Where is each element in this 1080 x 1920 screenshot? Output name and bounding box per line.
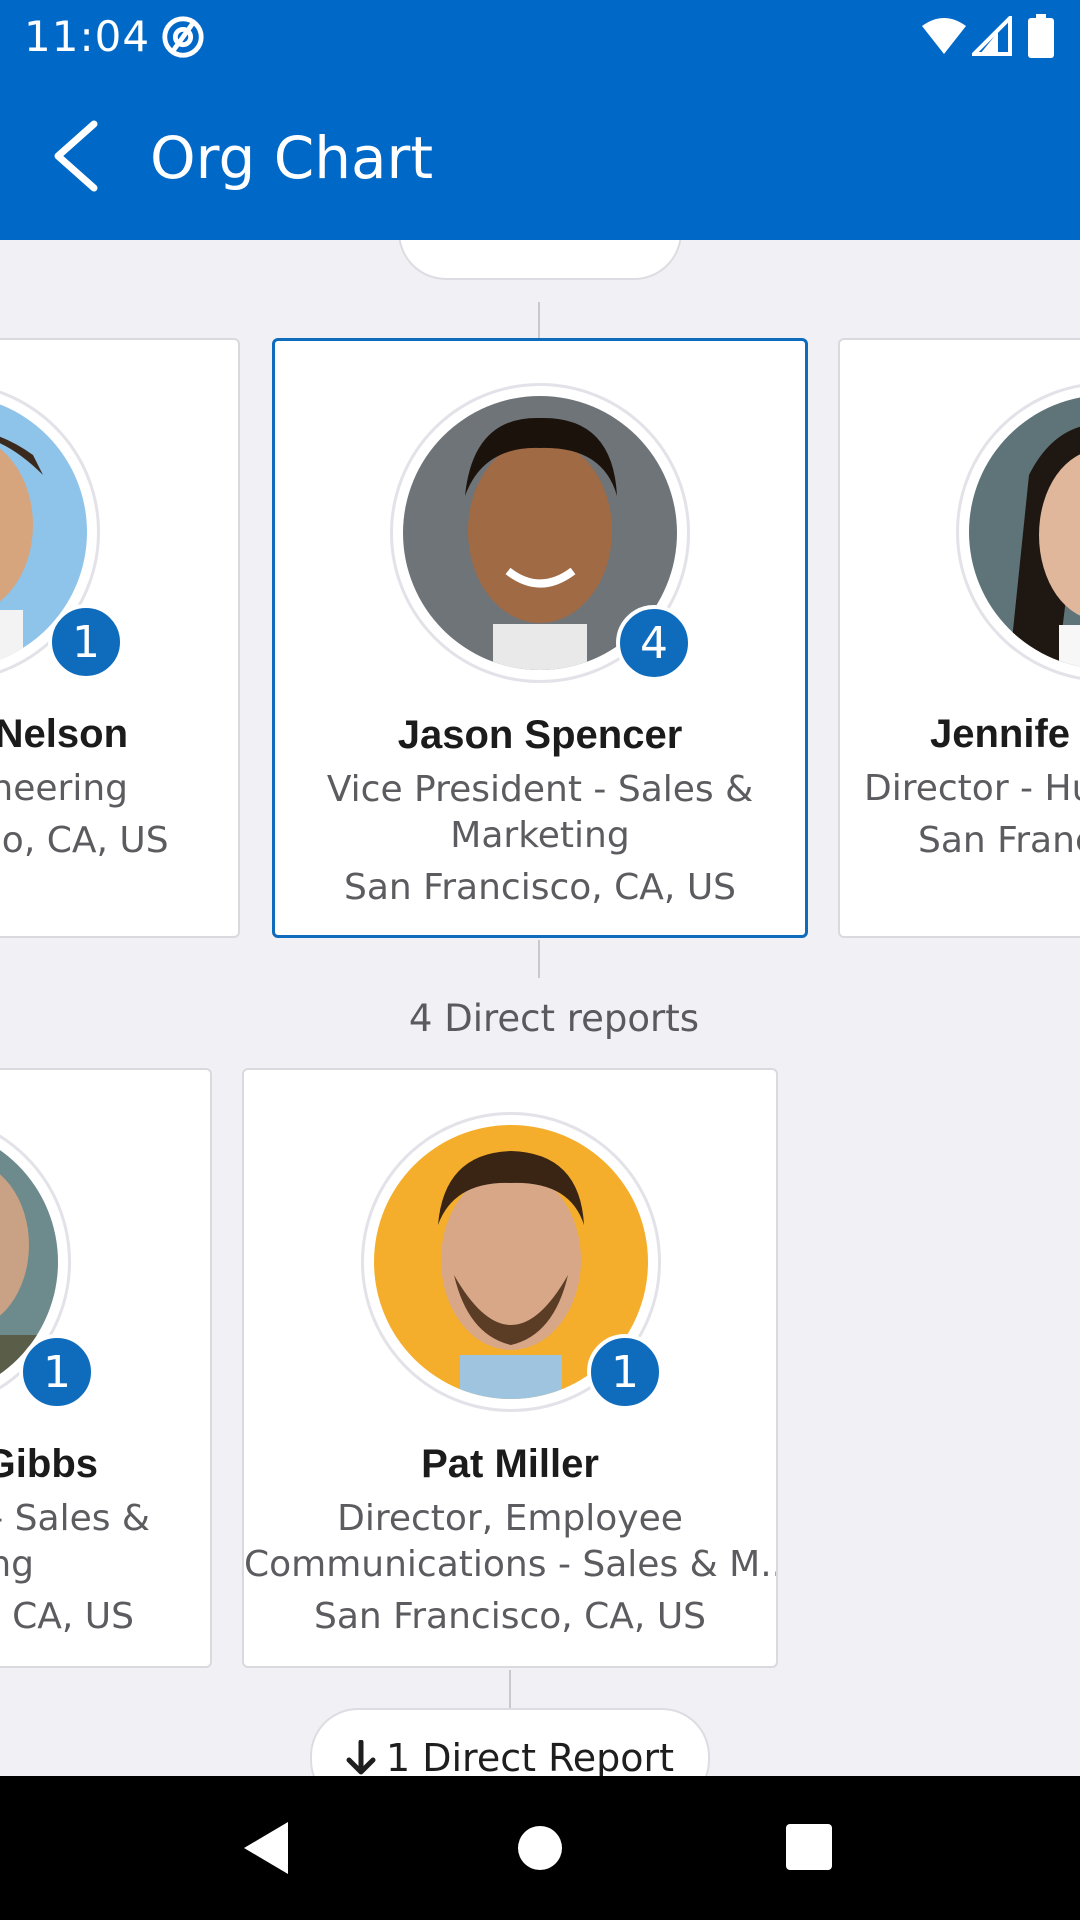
person-location: co, CA, US — [0, 820, 169, 861]
direct-reports-count: 4 Direct reports — [408, 997, 700, 1040]
person-title: Director - Hu — [864, 768, 1080, 809]
signal-icon — [972, 16, 1012, 56]
org-chart-canvas[interactable]: 1 Nelson neering co, CA, US 4 Jason Spen… — [0, 240, 1080, 1776]
arrow-down-icon — [346, 1740, 376, 1775]
app-bar: Org Chart — [0, 72, 1080, 240]
chevron-left-icon — [54, 120, 98, 192]
person-title: Director, Employee — [337, 1498, 683, 1539]
connector-line — [509, 1670, 511, 1708]
reports-count-badge: 1 — [587, 1334, 663, 1410]
person-name: Jennife — [930, 712, 1071, 756]
person-card-jennifer[interactable]: Jennife Director - Hu San Franc — [838, 338, 1080, 938]
nav-recents-button[interactable] — [778, 1816, 842, 1880]
person-name: Gibbs — [0, 1442, 98, 1486]
system-nav-bar — [0, 1776, 1080, 1920]
person-title: Vice President - Sales & — [326, 769, 754, 810]
person-title: neering — [0, 768, 128, 809]
connector-line — [538, 302, 540, 338]
nav-home-button[interactable] — [508, 1816, 572, 1880]
person-card-nelson[interactable]: 1 Nelson neering co, CA, US — [0, 338, 240, 938]
reports-count-badge: 1 — [19, 1334, 95, 1410]
avatar — [956, 382, 1080, 682]
manager-chip[interactable] — [398, 240, 682, 280]
reports-count-badge: 1 — [48, 604, 124, 680]
person-name: Jason Spencer — [397, 713, 683, 757]
battery-icon — [1028, 14, 1054, 58]
page-title: Org Chart — [150, 124, 434, 192]
reports-count-badge: 4 — [616, 605, 692, 681]
status-bar: 11:04 — [0, 0, 1080, 72]
person-location: San Francisco, CA, US — [343, 867, 737, 908]
person-location: San Francisco, CA, US — [313, 1596, 707, 1637]
person-location: San Franc — [918, 820, 1080, 861]
person-title-cont: Marketing — [450, 815, 630, 856]
connector-line — [538, 940, 540, 978]
person-name: Nelson — [0, 712, 128, 756]
status-time: 11:04 — [24, 12, 151, 61]
person-name: Pat Miller — [421, 1442, 599, 1486]
person-card-gibbs[interactable]: 1 Gibbs - Sales & ng , CA, US — [0, 1068, 212, 1668]
person-card-pat-miller[interactable]: 1 Pat Miller Director, Employee Communic… — [242, 1068, 778, 1668]
person-card-jason-spencer[interactable]: 4 Jason Spencer Vice President - Sales &… — [272, 338, 808, 938]
direct-report-button[interactable]: 1 Direct Report — [310, 1708, 710, 1776]
person-title-cont: ng — [0, 1544, 34, 1585]
status-icons — [920, 14, 1060, 58]
wifi-icon — [922, 18, 966, 54]
direct-report-label: 1 Direct Report — [385, 1736, 675, 1776]
at-sign-icon — [162, 16, 204, 58]
person-title: - Sales & — [0, 1498, 150, 1539]
back-button[interactable] — [38, 118, 110, 194]
nav-back-button[interactable] — [238, 1816, 302, 1880]
person-photo — [969, 395, 1080, 669]
person-location: , CA, US — [0, 1596, 134, 1637]
person-title-cont: Communications - Sales & M... — [244, 1544, 778, 1585]
